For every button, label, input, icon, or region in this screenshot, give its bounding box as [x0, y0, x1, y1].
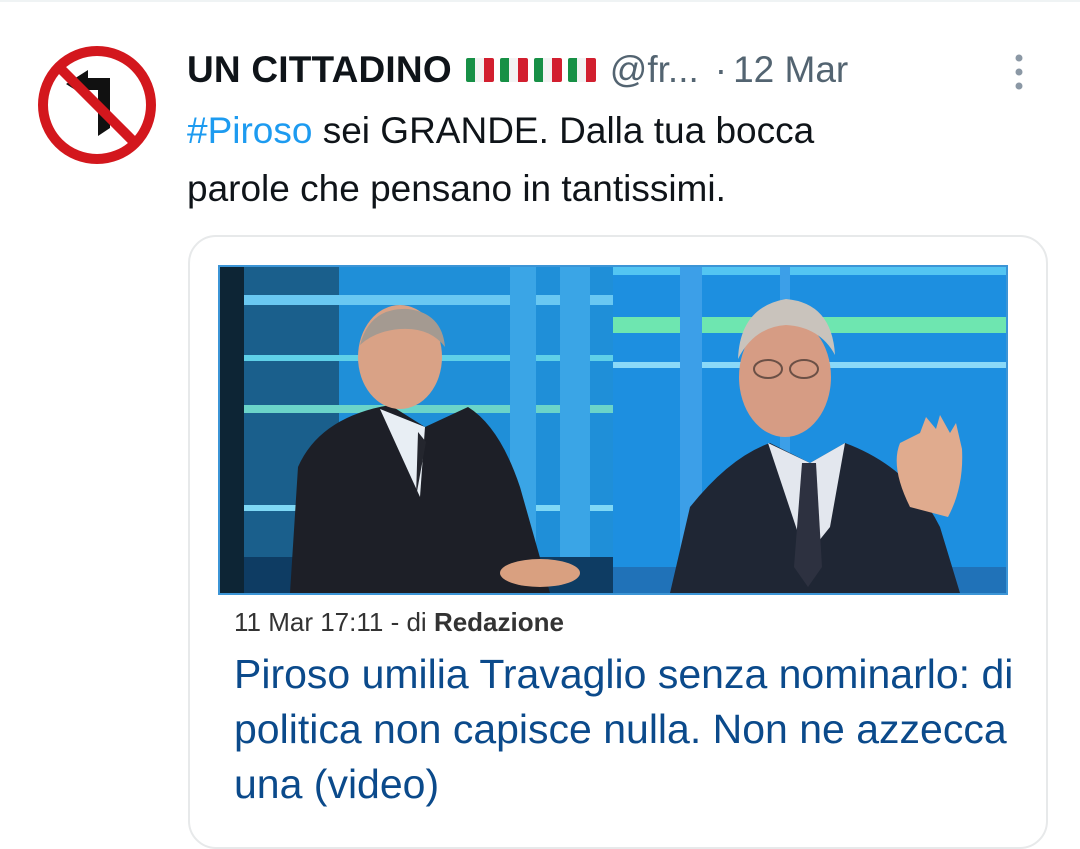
- article-image: [218, 265, 1008, 595]
- display-name[interactable]: UN CITTADINO: [187, 49, 452, 91]
- tweet-date[interactable]: 12 Mar: [733, 49, 848, 91]
- separator-dot: ·: [714, 49, 728, 90]
- tweet-text: #Piroso sei GRANDE. Dalla tua bocca paro…: [187, 102, 1027, 218]
- top-divider: [0, 0, 1080, 2]
- avatar[interactable]: [38, 46, 156, 164]
- tweet-text-line1: sei GRANDE. Dalla tua bocca: [312, 110, 815, 151]
- link-card[interactable]: 11 Mar 17:11 - di Redazione Piroso umili…: [188, 235, 1048, 849]
- tweet-text-line2: parole che pensano in tantissimi.: [187, 168, 726, 209]
- hashtag-link[interactable]: #Piroso: [187, 110, 312, 151]
- byline-prefix: - di: [383, 607, 434, 637]
- article-author: Redazione: [433, 607, 564, 637]
- more-options-icon[interactable]: [1005, 52, 1033, 92]
- article-headline[interactable]: Piroso umilia Travaglio senza nominarlo:…: [234, 647, 1024, 812]
- article-timestamp: 11 Mar 17:11: [234, 607, 384, 637]
- no-turn-sign-icon: [38, 46, 156, 164]
- italy-flag-icon: [465, 58, 596, 82]
- user-handle[interactable]: @fr...: [610, 49, 699, 91]
- article-meta: 11 Mar 17:11 - di Redazione: [234, 607, 564, 638]
- tweet-header: UN CITTADINO @fr... · 12 Mar: [187, 42, 1027, 98]
